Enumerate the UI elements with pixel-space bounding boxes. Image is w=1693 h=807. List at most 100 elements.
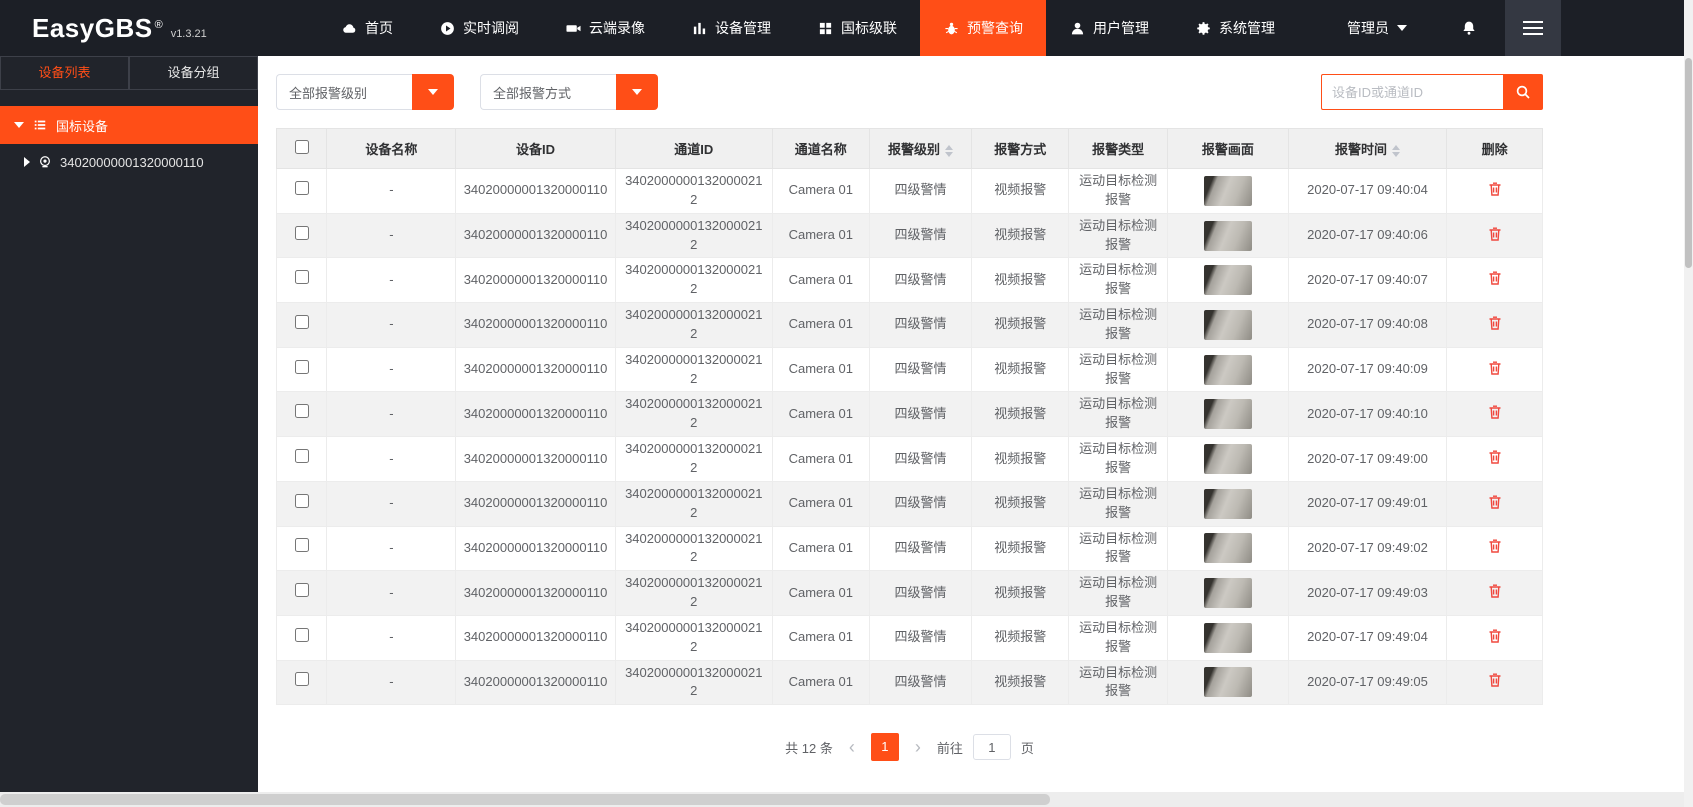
row-checkbox[interactable] — [294, 538, 309, 553]
alarm-snapshot-image[interactable] — [1203, 265, 1252, 296]
vertical-scrollbar[interactable] — [1684, 0, 1693, 807]
nav-item-live-view[interactable]: 实时调阅 — [416, 0, 542, 56]
cell-device-name: - — [326, 570, 457, 616]
cell-checkbox — [275, 659, 328, 706]
select-all-checkbox[interactable] — [294, 140, 309, 154]
alarm-snapshot-image[interactable] — [1203, 309, 1252, 340]
delete-button[interactable] — [1485, 670, 1505, 693]
horizontal-scrollbar[interactable] — [0, 792, 1693, 807]
alarm-method-dropdown-button[interactable] — [616, 74, 658, 110]
alarm-snapshot-image[interactable] — [1203, 578, 1252, 609]
alarm-snapshot-image[interactable] — [1203, 220, 1252, 251]
delete-button[interactable] — [1485, 447, 1505, 470]
nav-item-cloud-recording[interactable]: 云端录像 — [542, 0, 668, 56]
search-button[interactable] — [1503, 74, 1543, 110]
cell-channel-name: Camera 01 — [771, 659, 870, 706]
alarm-snapshot-image[interactable] — [1203, 175, 1252, 206]
cell-channel-id: 34020000001320000212 — [614, 302, 773, 348]
delete-button[interactable] — [1485, 179, 1505, 202]
nav-item-home[interactable]: 首页 — [318, 0, 416, 56]
search-input[interactable] — [1321, 74, 1503, 110]
alarm-level-select[interactable]: 全部报警级别 — [276, 74, 454, 110]
hamburger-menu-button[interactable] — [1505, 0, 1561, 56]
cell-alarm-snapshot — [1166, 212, 1289, 259]
row-checkbox[interactable] — [294, 270, 309, 285]
current-page-button[interactable]: 1 — [870, 733, 899, 762]
delete-button[interactable] — [1485, 313, 1505, 336]
alarm-snapshot-image[interactable] — [1203, 622, 1252, 653]
header-select-all — [275, 128, 328, 169]
alarm-level-dropdown-button[interactable] — [412, 74, 454, 110]
alarm-snapshot-image[interactable] — [1203, 488, 1252, 519]
nav-item-alarm-query[interactable]: 预警查询 — [920, 0, 1046, 56]
cell-alarm-type: 运动目标检测报警 — [1068, 391, 1168, 438]
cell-alarm-method: 视频报警 — [971, 659, 1070, 706]
row-checkbox[interactable] — [294, 449, 309, 464]
sort-icon[interactable] — [1392, 144, 1401, 157]
alarm-snapshot-image[interactable] — [1203, 354, 1252, 385]
header-channel-name: 通道名称 — [771, 128, 870, 169]
goto-label: 前往 — [936, 740, 963, 756]
next-page-button[interactable]: › — [909, 734, 927, 760]
cell-alarm-type: 运动目标检测报警 — [1068, 302, 1168, 348]
hamburger-icon — [1523, 21, 1543, 23]
delete-button[interactable] — [1485, 492, 1505, 515]
cell-channel-id: 34020000001320000212 — [614, 168, 773, 214]
row-checkbox[interactable] — [294, 627, 309, 642]
alarm-snapshot-image[interactable] — [1203, 533, 1252, 564]
row-checkbox[interactable] — [294, 314, 309, 329]
prev-page-button[interactable]: ‹ — [843, 734, 861, 760]
cell-device-name: - — [326, 391, 457, 438]
nav-item-user-management[interactable]: 用户管理 — [1046, 0, 1172, 56]
table-row: - 34020000001320000110 34020000001320000… — [275, 614, 1543, 661]
horizontal-scrollbar-thumb[interactable] — [0, 794, 1050, 805]
row-checkbox[interactable] — [294, 225, 309, 240]
alarm-snapshot-image[interactable] — [1203, 667, 1252, 698]
cell-channel-id: 34020000001320000212 — [614, 570, 773, 616]
cell-alarm-method: 视频报警 — [971, 346, 1070, 393]
nav-item-device-management[interactable]: 设备管理 — [668, 0, 794, 56]
admin-menu[interactable]: 管理员 — [1321, 18, 1433, 38]
cell-channel-name: Camera 01 — [771, 614, 870, 661]
tree-node-device[interactable]: 34020000001320000110 — [0, 144, 258, 180]
admin-label: 管理员 — [1347, 20, 1389, 36]
row-checkbox[interactable] — [294, 359, 309, 374]
tree-node-gb-devices[interactable]: 国标设备 — [0, 106, 258, 144]
row-checkbox[interactable] — [294, 404, 309, 419]
notifications-button[interactable] — [1433, 0, 1505, 56]
delete-button[interactable] — [1485, 268, 1505, 291]
cell-channel-name: Camera 01 — [771, 436, 870, 482]
cell-delete — [1446, 480, 1543, 527]
row-checkbox[interactable] — [294, 672, 309, 687]
nav-item-label: 云端录像 — [589, 20, 645, 36]
nav-item-system-management[interactable]: 系统管理 — [1172, 0, 1298, 56]
trash-icon — [1489, 405, 1501, 420]
row-checkbox[interactable] — [294, 583, 309, 598]
delete-button[interactable] — [1485, 536, 1505, 559]
delete-button[interactable] — [1485, 402, 1505, 425]
tab-device-groups[interactable]: 设备分组 — [129, 56, 258, 90]
delete-button[interactable] — [1485, 581, 1505, 604]
row-checkbox[interactable] — [294, 493, 309, 508]
delete-button[interactable] — [1485, 626, 1505, 649]
delete-button[interactable] — [1485, 358, 1505, 381]
alarm-query-panel: 全部报警级别 全部报警方式 设备ID或通道ID 设备名称 设备ID 通道ID 通… — [258, 56, 1693, 792]
sort-icon[interactable] — [945, 144, 954, 157]
alarm-snapshot-image[interactable] — [1203, 443, 1252, 474]
alarm-snapshot-image[interactable] — [1203, 399, 1252, 430]
cell-alarm-time: 2020-07-17 09:49:03 — [1287, 570, 1448, 616]
cell-alarm-level: 四级警情 — [868, 525, 973, 572]
cell-device-name: - — [326, 659, 457, 706]
vertical-scrollbar-thumb[interactable] — [1685, 58, 1692, 268]
cell-alarm-snapshot — [1166, 391, 1289, 438]
goto-page-input[interactable] — [972, 734, 1011, 761]
cell-alarm-time: 2020-07-17 09:40:09 — [1287, 346, 1448, 393]
nav-item-gb-cascade[interactable]: 国标级联 — [794, 0, 920, 56]
cell-device-id: 34020000001320000110 — [455, 614, 616, 661]
sidebar-tabs: 设备列表 设备分组 — [0, 56, 258, 90]
alarm-method-select[interactable]: 全部报警方式 — [480, 74, 658, 110]
tab-device-list[interactable]: 设备列表 — [0, 56, 129, 90]
delete-button[interactable] — [1485, 224, 1505, 247]
cell-channel-id: 34020000001320000212 — [614, 346, 773, 393]
row-checkbox[interactable] — [294, 180, 309, 195]
